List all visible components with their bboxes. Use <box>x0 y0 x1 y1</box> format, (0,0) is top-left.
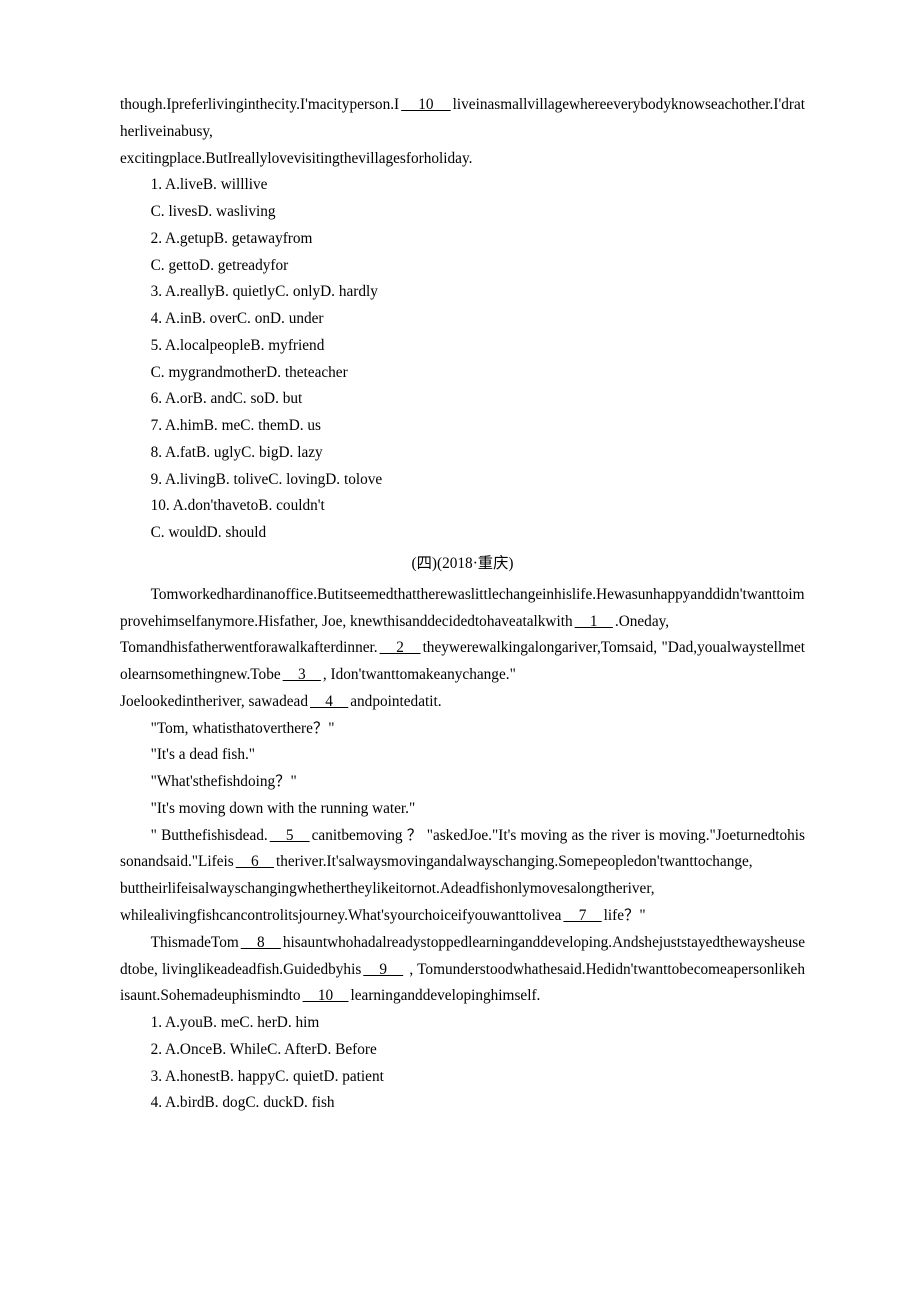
passage-text: theriver.It'salwaysmovingandalwayschangi… <box>276 853 753 870</box>
passage-b-para3: ThismadeTom 8 hisauntwhohadalreadystoppe… <box>120 930 805 1010</box>
passage-text: whilealivingfishcancontrolitsjourney.Wha… <box>120 907 561 924</box>
option-text: 6. A.orB. andC. soD. but <box>151 390 303 407</box>
passage-text: .Oneday, <box>615 613 669 630</box>
option-line: 1. A.liveB. willlive <box>120 172 805 199</box>
dialog-text: "What'sthefishdoing？" <box>151 773 297 790</box>
blank-4: 4 <box>308 693 350 710</box>
passage-text: Tomworkedhardinanoffice.Butitseemedthatt… <box>120 586 804 630</box>
option-line: 3. A.honestB. happyC. quietD. patient <box>120 1064 805 1091</box>
option-line: 4. A.birdB. dogC. duckD. fish <box>120 1090 805 1117</box>
option-text: 1. A.liveB. willlive <box>151 176 268 193</box>
option-line: 5. A.localpeopleB. myfriend <box>120 333 805 360</box>
blank-10b: 10 <box>301 987 351 1004</box>
dialog-text: "It's moving down with the running water… <box>151 800 416 817</box>
passage-a-part: excitingplace.ButIreallylovevisitingthev… <box>120 146 805 173</box>
passage-text: learninganddevelopinghimself. <box>350 987 540 1004</box>
option-text: C. livesD. wasliving <box>151 203 276 220</box>
passage-text: buttheirlifeisalwayschangingwhethertheyl… <box>120 880 655 897</box>
option-text: 3. A.honestB. happyC. quietD. patient <box>151 1068 384 1085</box>
blank-1: 1 <box>573 613 615 630</box>
passage-b-para2b: buttheirlifeisalwayschangingwhethertheyl… <box>120 876 805 903</box>
option-line: 7. A.himB. meC. themD. us <box>120 413 805 440</box>
option-text: 2. A.OnceB. WhileC. AfterD. Before <box>151 1041 377 1058</box>
passage-text: " Butthefishisdead. <box>151 827 268 844</box>
dialog-text: "Tom, whatisthatoverthere？" <box>151 720 335 737</box>
passage-text: Tomandhisfatherwentforawalkafterdinner. <box>120 639 378 656</box>
option-text: 1. A.youB. meC. herD. him <box>151 1014 320 1031</box>
option-line: C. wouldD. should <box>120 520 805 547</box>
option-line: 6. A.orB. andC. soD. but <box>120 386 805 413</box>
heading-text: (四)(2018·重庆) <box>412 555 514 572</box>
option-line: C. livesD. wasliving <box>120 199 805 226</box>
dialog-line: "What'sthefishdoing？" <box>120 769 805 796</box>
option-text: C. gettoD. getreadyfor <box>151 257 289 274</box>
option-text: 8. A.fatB. uglyC. bigD. lazy <box>151 444 323 461</box>
page: though.Ipreferlivinginthecity.I'macitype… <box>0 0 920 1207</box>
passage-text: , Idon'twanttomakeanychange." <box>323 666 516 683</box>
option-line: 3. A.reallyB. quietlyC. onlyD. hardly <box>120 279 805 306</box>
option-text: 7. A.himB. meC. themD. us <box>151 417 321 434</box>
passage-text: Joelookedintheriver, sawadead <box>120 693 308 710</box>
passage-b-para2c: whilealivingfishcancontrolitsjourney.Wha… <box>120 903 805 930</box>
option-text: 9. A.livingB. toliveC. lovingD. tolove <box>151 471 383 488</box>
passage-a-part: though.Ipreferlivinginthecity.I'macitype… <box>120 92 805 146</box>
passage-text: andpointedatit. <box>350 693 441 710</box>
option-line: 9. A.livingB. toliveC. lovingD. tolove <box>120 467 805 494</box>
dialog-text: "It's a dead fish." <box>151 746 255 763</box>
option-line: 2. A.getupB. getawayfrom <box>120 226 805 253</box>
blank-6: 6 <box>234 853 276 870</box>
option-line: 4. A.inB. overC. onD. under <box>120 306 805 333</box>
passage-b-para1b: Tomandhisfatherwentforawalkafterdinner. … <box>120 635 805 689</box>
option-line: 1. A.youB. meC. herD. him <box>120 1010 805 1037</box>
dialog-line: "Tom, whatisthatoverthere？" <box>120 716 805 743</box>
dialog-line: "It's a dead fish." <box>120 742 805 769</box>
passage-b-para1: Tomworkedhardinanoffice.Butitseemedthatt… <box>120 582 805 636</box>
passage-text: ThismadeTom <box>151 934 239 951</box>
option-text: C. wouldD. should <box>151 524 267 541</box>
option-text: 3. A.reallyB. quietlyC. onlyD. hardly <box>151 283 378 300</box>
option-text: 4. A.inB. overC. onD. under <box>151 310 324 327</box>
passage-text: excitingplace.ButIreallylovevisitingthev… <box>120 150 472 167</box>
passage-b-para2: " Butthefishisdead. 5 canitbemoving ？ "a… <box>120 823 805 877</box>
passage-text: life？" <box>604 907 646 924</box>
section-heading: (四)(2018·重庆) <box>120 551 805 578</box>
blank-10: 10 <box>399 96 453 113</box>
blank-2: 2 <box>378 639 423 656</box>
passage-b-para1c: Joelookedintheriver, sawadead 4 andpoint… <box>120 689 805 716</box>
option-line: 10. A.don'thavetoB. couldn't <box>120 493 805 520</box>
option-line: C. gettoD. getreadyfor <box>120 253 805 280</box>
option-text: 2. A.getupB. getawayfrom <box>151 230 313 247</box>
blank-7: 7 <box>561 907 603 924</box>
option-text: 4. A.birdB. dogC. duckD. fish <box>151 1094 335 1111</box>
blank-5: 5 <box>268 827 312 844</box>
option-line: 2. A.OnceB. WhileC. AfterD. Before <box>120 1037 805 1064</box>
option-text: 5. A.localpeopleB. myfriend <box>151 337 325 354</box>
passage-text: though.Ipreferlivinginthecity.I'macitype… <box>120 96 399 113</box>
blank-9: 9 <box>361 961 405 978</box>
blank-8: 8 <box>239 934 283 951</box>
blank-3: 3 <box>281 666 323 683</box>
dialog-line: "It's moving down with the running water… <box>120 796 805 823</box>
option-text: 10. A.don'thavetoB. couldn't <box>151 497 325 514</box>
option-text: C. mygrandmotherD. theteacher <box>151 364 348 381</box>
option-line: 8. A.fatB. uglyC. bigD. lazy <box>120 440 805 467</box>
option-line: C. mygrandmotherD. theteacher <box>120 360 805 387</box>
